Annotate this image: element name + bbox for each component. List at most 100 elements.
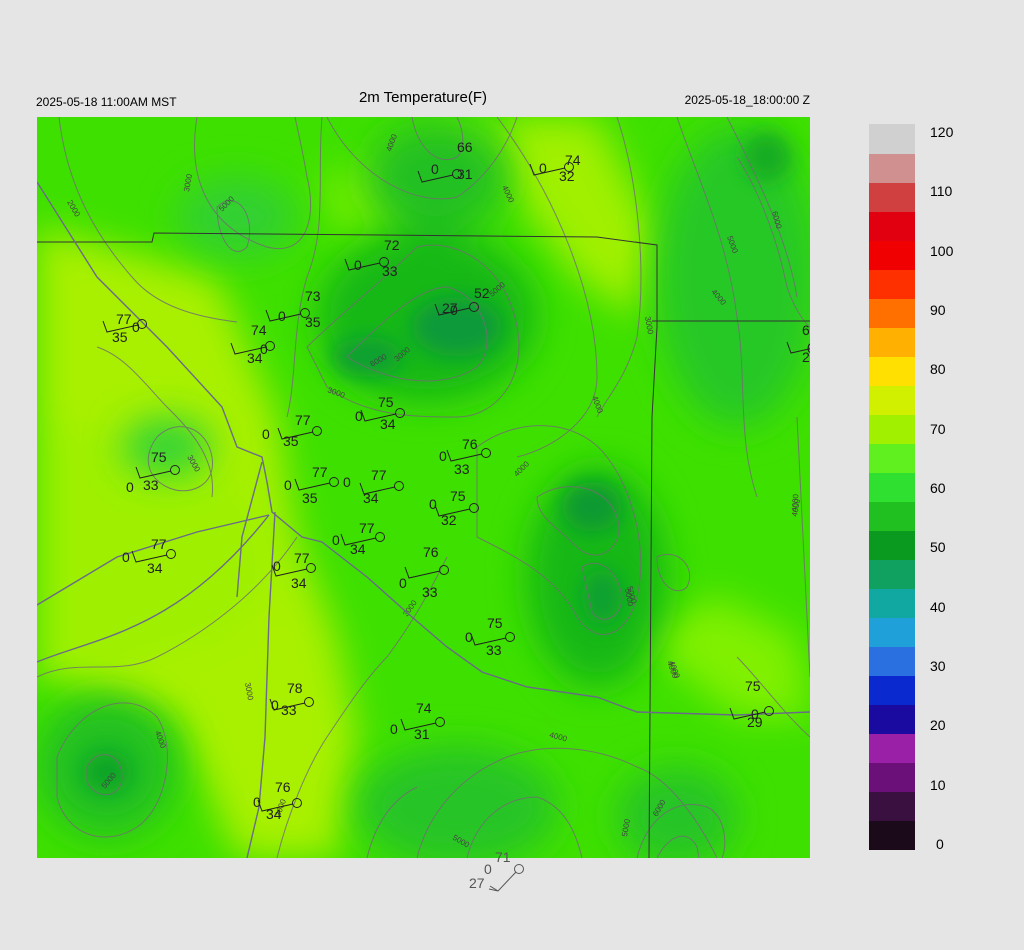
colorbar-label: 60 — [930, 480, 946, 496]
station-dewpoint: 33 — [143, 477, 159, 493]
colorbar-labels: 120 110 100 90 80 70 60 50 40 30 20 10 0 — [930, 124, 990, 852]
station-wind: 0 — [122, 549, 130, 565]
station-temp: 67 — [802, 322, 810, 338]
colorbar-label: 30 — [930, 658, 946, 674]
station-wind: 0 — [390, 721, 398, 737]
station-wind: 0 — [260, 341, 268, 357]
colorbar-segment — [869, 674, 915, 705]
station-dewpoint: 35 — [112, 329, 128, 345]
station-dewpoint: 32 — [441, 512, 457, 528]
station-temp: 77 — [359, 520, 375, 536]
station-dewpoint: 33 — [281, 702, 297, 718]
station-wind: 0 — [332, 532, 340, 548]
station-temp: 72 — [384, 237, 400, 253]
station-temp: 66 — [457, 139, 473, 155]
station-dewpoint: 35 — [302, 490, 318, 506]
station-wind: 0 — [253, 794, 261, 810]
station-model-offmap: 71 0 27 — [460, 848, 540, 898]
station-temp: 78 — [287, 680, 303, 696]
station-wind: 0 — [273, 558, 281, 574]
station-temp: 76 — [462, 436, 478, 452]
colorbar-segment — [869, 587, 915, 618]
station-temp: 74 — [416, 700, 432, 716]
station-wind: 0 — [262, 426, 270, 442]
station-wind: 0 — [399, 575, 407, 591]
colorbar-segment — [869, 703, 915, 734]
colorbar-segment — [869, 732, 915, 763]
station-temp: 77 — [294, 550, 310, 566]
colorbar-segment — [869, 297, 915, 328]
colorbar-segment — [869, 819, 915, 850]
station-dewpoint: 34 — [291, 575, 307, 591]
station-temp: 74 — [251, 322, 267, 338]
colorbar-label: 70 — [930, 420, 946, 437]
station-dewpoint: 31 — [457, 166, 473, 182]
station-temp: 77 — [312, 464, 328, 480]
colorbar-segment — [869, 181, 915, 212]
colorbar-segment — [869, 645, 915, 676]
station-dewpoint: 34 — [147, 560, 163, 576]
colorbar-segment — [869, 761, 915, 792]
colorbar-segment — [869, 152, 915, 183]
station-temp: 52 — [474, 285, 490, 301]
station-wind: 0 — [284, 477, 292, 493]
station-temp: 77 — [295, 412, 311, 428]
station-wind: 0 — [343, 474, 351, 490]
station-wind: 0 — [431, 161, 439, 177]
station-temp: 75 — [745, 678, 761, 694]
station-temp: 77 — [151, 536, 167, 552]
colorbar-segment — [869, 268, 915, 299]
colorbar-segment — [869, 210, 915, 241]
colorbar-segment — [869, 558, 915, 589]
station-wind: 0 — [429, 496, 437, 512]
station-temp: 75 — [151, 449, 167, 465]
station-dewpoint: 33 — [486, 642, 502, 658]
colorbar-label: 20 — [930, 717, 946, 734]
valid-time-utc: 2025-05-18_18:00:00 Z — [684, 93, 810, 107]
station-temp: 76 — [423, 544, 439, 560]
colorbar-segment — [869, 123, 915, 154]
colorbar-segment — [869, 790, 915, 821]
station-wind: 0 — [132, 319, 140, 335]
station-wind: 0 — [126, 479, 134, 495]
station-dewpoint: 33 — [422, 584, 438, 600]
station-temp: 76 — [275, 779, 291, 795]
station-wind: 0 — [439, 448, 447, 464]
station-temp: 71 — [495, 849, 511, 865]
station-dewpoint: 34 — [363, 490, 379, 506]
station-dewpoint: 34 — [266, 806, 282, 822]
colorbar-segment — [869, 239, 915, 270]
station-wind: 0 — [807, 340, 810, 356]
station-wind: 0 — [354, 257, 362, 273]
colorbar-segment — [869, 384, 915, 415]
colorbar-label: 10 — [930, 776, 946, 793]
colorbar-segment — [869, 471, 915, 502]
station-wind: 0 — [484, 861, 492, 877]
station-temp: 77 — [116, 311, 132, 327]
station-dewpoint: 33 — [382, 263, 398, 279]
station-temp: 75 — [378, 394, 394, 410]
contour-label: 4000 — [790, 493, 801, 512]
station-dewpoint: 34 — [380, 416, 396, 432]
station-temp: 75 — [450, 488, 466, 504]
colorbar-segment — [869, 326, 915, 357]
colorbar-segment — [869, 616, 915, 647]
colorbar-label: 40 — [930, 598, 946, 615]
colorbar-label: 90 — [930, 302, 946, 318]
station-wind: 0 — [278, 308, 286, 324]
station-dewpoint: 32 — [559, 168, 575, 184]
station-wind: 0 — [355, 408, 363, 424]
colorbar-label: 120 — [930, 124, 954, 140]
station-dewpoint: 35 — [305, 314, 321, 330]
station-wind: 0 — [271, 697, 279, 713]
colorbar — [869, 123, 915, 850]
colorbar-label: 80 — [930, 361, 946, 378]
colorbar-label: 0 — [936, 836, 944, 852]
colorbar-label: 100 — [930, 242, 954, 259]
station-temp: 77 — [371, 467, 387, 483]
station-dewpoint: 34 — [350, 541, 366, 557]
colorbar-segment — [869, 442, 915, 473]
temperature-map: 2000 3000 3000 4000 4000 5000 5000 6000 … — [37, 117, 810, 858]
station-wind: 0 — [539, 160, 547, 176]
station-temp: 75 — [487, 615, 503, 631]
